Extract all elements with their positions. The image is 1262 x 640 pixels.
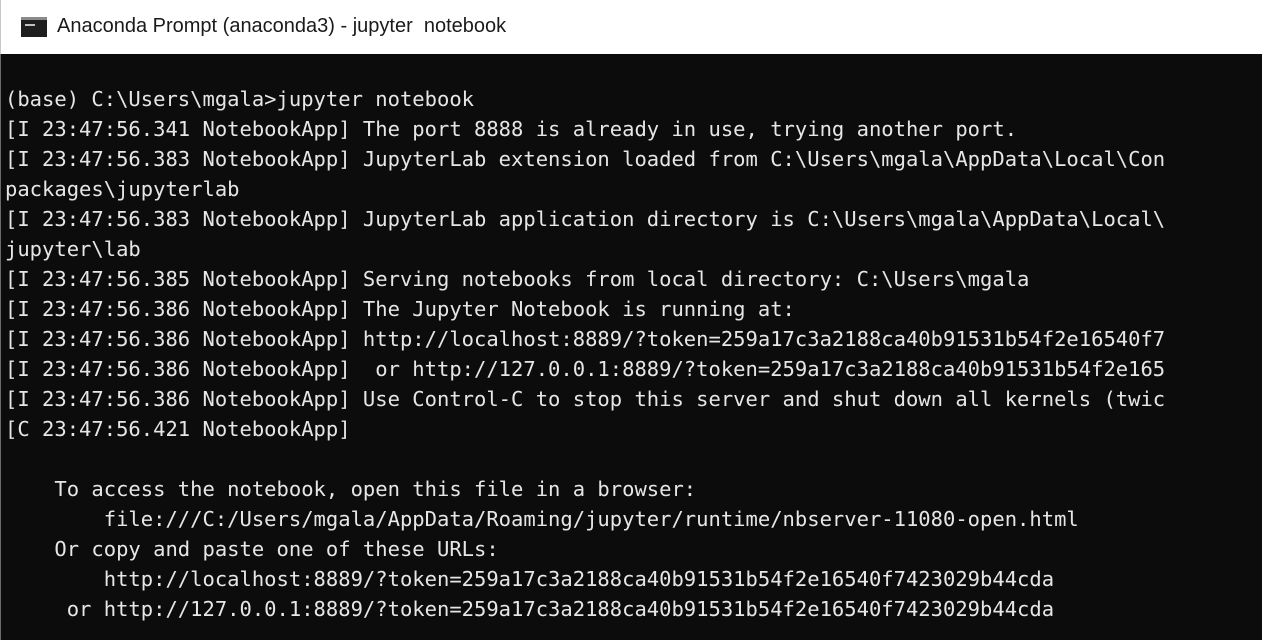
console-line: [I 23:47:56.341 NotebookApp] The port 88…: [5, 117, 1018, 141]
console-line: [C 23:47:56.421 NotebookApp]: [5, 417, 351, 441]
console-line-loopback-url: or http://127.0.0.1:8889/?token=259a17c3…: [5, 597, 1055, 621]
console-line: [I 23:47:56.386 NotebookApp] The Jupyter…: [5, 297, 795, 321]
console-line: [I 23:47:56.383 NotebookApp] JupyterLab …: [5, 207, 1166, 231]
console-line: [I 23:47:56.386 NotebookApp] http://loca…: [5, 327, 1166, 351]
console-line: jupyter\lab: [5, 237, 141, 261]
title-bar[interactable]: Anaconda Prompt (anaconda3) - jupyter no…: [0, 0, 1262, 54]
console-line: [I 23:47:56.386 NotebookApp] or http://1…: [5, 357, 1166, 381]
console-line-prompt: (base) C:\Users\mgala>jupyter notebook: [5, 87, 474, 111]
console-line: To access the notebook, open this file i…: [5, 477, 697, 501]
console-window-icon[interactable]: [21, 17, 47, 37]
console-cursor-mark: [25, 24, 35, 26]
console-output-area[interactable]: (base) C:\Users\mgala>jupyter notebook […: [0, 54, 1262, 640]
console-lines: (base) C:\Users\mgala>jupyter notebook […: [5, 84, 1262, 624]
console-line: Or copy and paste one of these URLs:: [5, 537, 499, 561]
console-line: [I 23:47:56.386 NotebookApp] Use Control…: [5, 387, 1166, 411]
anaconda-prompt-window: Anaconda Prompt (anaconda3) - jupyter no…: [0, 0, 1262, 640]
console-line: [I 23:47:56.383 NotebookApp] JupyterLab …: [5, 147, 1166, 171]
console-line-blank: [5, 444, 1262, 474]
console-line: [I 23:47:56.385 NotebookApp] Serving not…: [5, 267, 1030, 291]
window-title: Anaconda Prompt (anaconda3) - jupyter no…: [57, 15, 507, 37]
console-line-localhost-url: http://localhost:8889/?token=259a17c3a21…: [5, 567, 1055, 591]
console-line: packages\jupyterlab: [5, 177, 240, 201]
console-line-file-url: file:///C:/Users/mgala/AppData/Roaming/j…: [5, 507, 1079, 531]
